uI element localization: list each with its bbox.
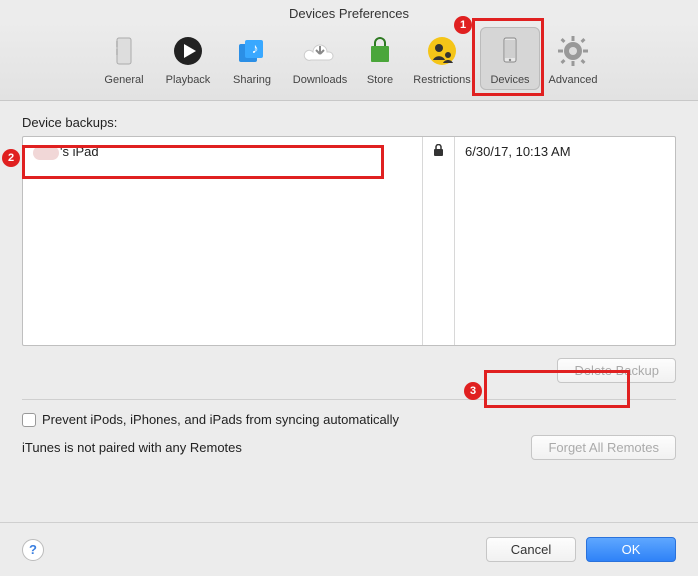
redacted-name — [33, 146, 59, 160]
ok-button[interactable]: OK — [586, 537, 676, 562]
device-name-suffix: 's iPad — [60, 144, 99, 159]
general-icon — [104, 31, 144, 71]
tab-label: Advanced — [549, 74, 598, 86]
divider — [22, 399, 676, 400]
table-row[interactable]: 's iPad — [23, 137, 422, 167]
store-icon — [360, 31, 400, 71]
footer: ? Cancel OK — [0, 522, 698, 576]
remotes-status-text: iTunes is not paired with any Remotes — [22, 440, 242, 455]
tab-label: Store — [367, 74, 393, 86]
gear-icon — [553, 31, 593, 71]
col-lock — [423, 137, 455, 345]
preferences-toolbar: General Playback ♪ Sharing Downloads Sto… — [0, 21, 698, 101]
delete-backup-button[interactable]: Delete Backup — [557, 358, 676, 383]
backups-heading: Device backups: — [22, 115, 676, 130]
tab-label: Playback — [166, 74, 211, 86]
tab-playback[interactable]: Playback — [156, 27, 220, 90]
prevent-sync-label: Prevent iPods, iPhones, and iPads from s… — [42, 412, 399, 427]
play-icon — [168, 31, 208, 71]
tab-general[interactable]: General — [92, 27, 156, 90]
backup-table: 's iPad 6/30/17, 10:13 AM — [22, 136, 676, 346]
tab-restrictions[interactable]: Restrictions — [404, 27, 480, 90]
tab-label: Sharing — [233, 74, 271, 86]
downloads-icon — [300, 31, 340, 71]
restrictions-icon — [422, 31, 462, 71]
date-cell: 6/30/17, 10:13 AM — [455, 137, 675, 166]
lock-icon — [433, 145, 444, 160]
content-area: Device backups: 's iPad 6/30/17, 10:13 A… — [0, 101, 698, 460]
tab-downloads[interactable]: Downloads — [284, 27, 356, 90]
tab-sharing[interactable]: ♪ Sharing — [220, 27, 284, 90]
prevent-sync-row[interactable]: Prevent iPods, iPhones, and iPads from s… — [22, 412, 676, 427]
forget-remotes-button[interactable]: Forget All Remotes — [531, 435, 676, 460]
svg-text:♪: ♪ — [252, 40, 259, 56]
devices-icon — [490, 31, 530, 71]
tab-advanced[interactable]: Advanced — [540, 27, 606, 90]
remotes-row: iTunes is not paired with any Remotes Fo… — [22, 435, 676, 460]
tab-label: General — [104, 74, 143, 86]
col-date: 6/30/17, 10:13 AM — [455, 137, 675, 345]
tab-label: Devices — [490, 74, 529, 86]
window-title: Devices Preferences — [0, 0, 698, 21]
tab-store[interactable]: Store — [356, 27, 404, 90]
tab-devices[interactable]: Devices — [480, 27, 540, 90]
tab-label: Downloads — [293, 74, 347, 86]
help-button[interactable]: ? — [22, 539, 44, 561]
prevent-sync-checkbox[interactable] — [22, 413, 36, 427]
cancel-button[interactable]: Cancel — [486, 537, 576, 562]
tab-label: Restrictions — [413, 74, 470, 86]
sharing-icon: ♪ — [232, 31, 272, 71]
col-device-name: 's iPad — [23, 137, 423, 345]
lock-cell — [423, 137, 454, 167]
